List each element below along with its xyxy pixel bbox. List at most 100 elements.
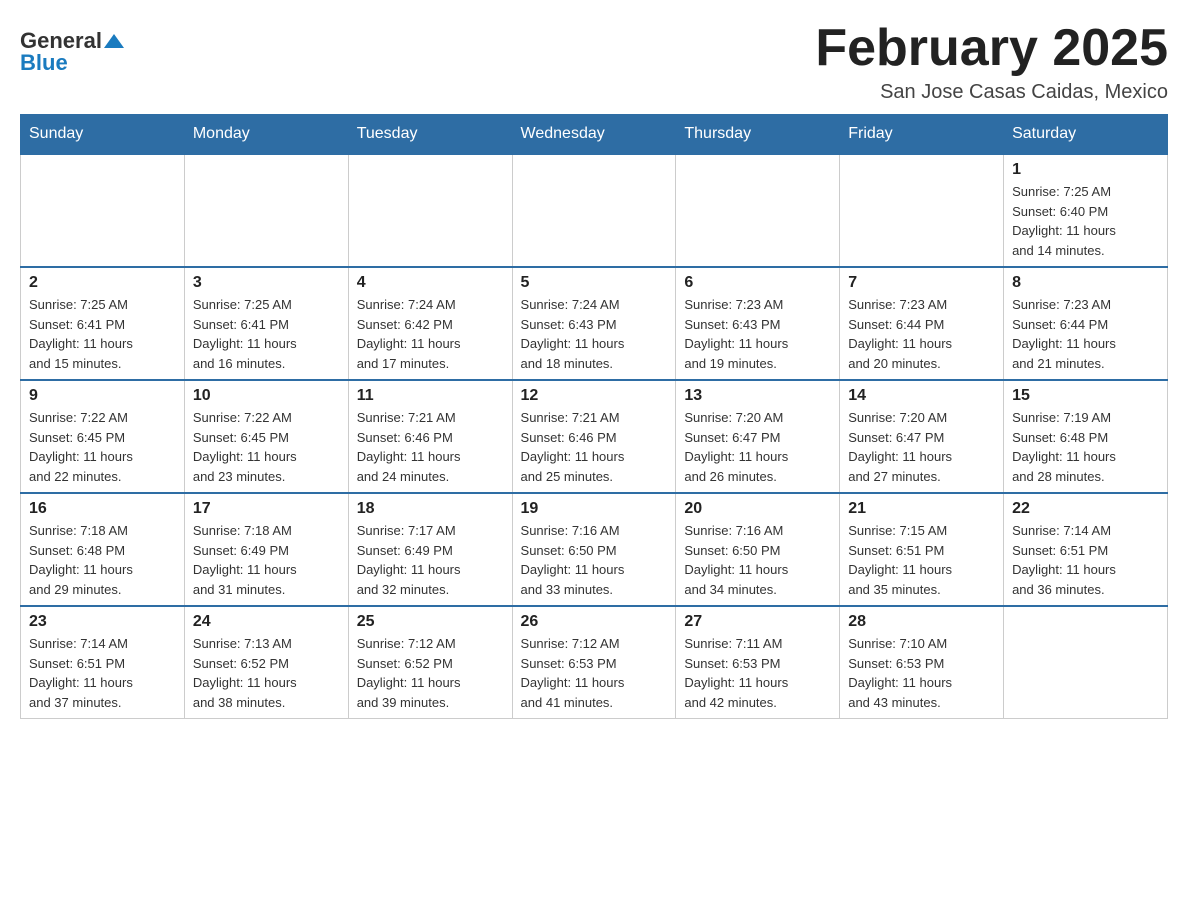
calendar-cell: 14 Sunrise: 7:20 AMSunset: 6:47 PMDayligh… [840,380,1004,493]
day-number: 18 [357,500,504,518]
location-text: San Jose Casas Caidas, Mexico [815,81,1168,104]
day-number: 8 [1012,274,1159,292]
day-number: 16 [29,500,176,518]
calendar-cell: 2 Sunrise: 7:25 AMSunset: 6:41 PMDaylight… [21,267,185,380]
day-number: 11 [357,387,504,405]
calendar-week-row: 1 Sunrise: 7:25 AMSunset: 6:40 PMDaylight… [21,154,1168,267]
logo-triangle-icon [104,34,124,48]
day-info: Sunrise: 7:17 AMSunset: 6:49 PMDaylight:… [357,521,504,599]
weekday-header-saturday: Saturday [1004,115,1168,155]
day-info: Sunrise: 7:21 AMSunset: 6:46 PMDaylight:… [521,408,668,486]
calendar-cell: 22 Sunrise: 7:14 AMSunset: 6:51 PMDayligh… [1004,493,1168,606]
weekday-header-tuesday: Tuesday [348,115,512,155]
day-info: Sunrise: 7:16 AMSunset: 6:50 PMDaylight:… [684,521,831,599]
day-info: Sunrise: 7:24 AMSunset: 6:43 PMDaylight:… [521,295,668,373]
day-number: 7 [848,274,995,292]
logo-blue-text: Blue [20,52,68,74]
calendar-cell: 8Sunrise: 7:23 AMSunset: 6:44 PMDaylight… [1004,267,1168,380]
calendar-cell: 20Sunrise: 7:16 AMSunset: 6:50 PMDayligh… [676,493,840,606]
day-info: Sunrise: 7:22 AMSunset: 6:45 PMDaylight:… [29,408,176,486]
day-number: 10 [193,387,340,405]
day-info: Sunrise: 7:11 AMSunset: 6:53 PMDaylight:… [684,634,831,712]
day-number: 5 [521,274,668,292]
calendar-cell: 19 Sunrise: 7:16 AMSunset: 6:50 PMDayligh… [512,493,676,606]
day-info: Sunrise: 7:20 AMSunset: 6:47 PMDaylight:… [848,408,995,486]
day-number: 26 [521,613,668,631]
calendar-cell: 13Sunrise: 7:20 AMSunset: 6:47 PMDayligh… [676,380,840,493]
calendar-cell [676,154,840,267]
day-info: Sunrise: 7:25 AMSunset: 6:41 PMDaylight:… [29,295,176,373]
day-number: 22 [1012,500,1159,518]
calendar-cell: 16 Sunrise: 7:18 AMSunset: 6:48 PMDayligh… [21,493,185,606]
day-number: 23 [29,613,176,631]
calendar-table: SundayMondayTuesdayWednesdayThursdayFrid… [20,114,1168,719]
day-info: Sunrise: 7:19 AMSunset: 6:48 PMDaylight:… [1012,408,1159,486]
day-info: Sunrise: 7:15 AMSunset: 6:51 PMDaylight:… [848,521,995,599]
day-info: Sunrise: 7:16 AMSunset: 6:50 PMDaylight:… [521,521,668,599]
weekday-header-friday: Friday [840,115,1004,155]
calendar-cell: 21 Sunrise: 7:15 AMSunset: 6:51 PMDayligh… [840,493,1004,606]
day-number: 24 [193,613,340,631]
day-number: 3 [193,274,340,292]
calendar-cell: 26 Sunrise: 7:12 AMSunset: 6:53 PMDayligh… [512,606,676,719]
calendar-cell: 23 Sunrise: 7:14 AMSunset: 6:51 PMDayligh… [21,606,185,719]
calendar-cell: 1 Sunrise: 7:25 AMSunset: 6:40 PMDaylight… [1004,154,1168,267]
page-header: General Blue February 2025 San Jose Casa… [20,20,1168,104]
day-info: Sunrise: 7:18 AMSunset: 6:49 PMDaylight:… [193,521,340,599]
day-info: Sunrise: 7:25 AMSunset: 6:41 PMDaylight:… [193,295,340,373]
calendar-cell [512,154,676,267]
calendar-cell: 25Sunrise: 7:12 AMSunset: 6:52 PMDayligh… [348,606,512,719]
day-number: 9 [29,387,176,405]
day-info: Sunrise: 7:12 AMSunset: 6:53 PMDaylight:… [521,634,668,712]
day-number: 14 [848,387,995,405]
calendar-cell [21,154,185,267]
calendar-cell: 7 Sunrise: 7:23 AMSunset: 6:44 PMDaylight… [840,267,1004,380]
day-info: Sunrise: 7:14 AMSunset: 6:51 PMDaylight:… [29,634,176,712]
day-info: Sunrise: 7:23 AMSunset: 6:43 PMDaylight:… [684,295,831,373]
calendar-cell: 5 Sunrise: 7:24 AMSunset: 6:43 PMDaylight… [512,267,676,380]
calendar-cell: 10 Sunrise: 7:22 AMSunset: 6:45 PMDayligh… [184,380,348,493]
day-info: Sunrise: 7:21 AMSunset: 6:46 PMDaylight:… [357,408,504,486]
day-info: Sunrise: 7:14 AMSunset: 6:51 PMDaylight:… [1012,521,1159,599]
calendar-cell: 3 Sunrise: 7:25 AMSunset: 6:41 PMDaylight… [184,267,348,380]
calendar-cell: 18 Sunrise: 7:17 AMSunset: 6:49 PMDayligh… [348,493,512,606]
weekday-header-thursday: Thursday [676,115,840,155]
day-number: 2 [29,274,176,292]
weekday-header-monday: Monday [184,115,348,155]
calendar-cell [184,154,348,267]
calendar-cell [348,154,512,267]
day-info: Sunrise: 7:25 AMSunset: 6:40 PMDaylight:… [1012,182,1159,260]
calendar-cell: 6Sunrise: 7:23 AMSunset: 6:43 PMDaylight… [676,267,840,380]
day-number: 19 [521,500,668,518]
calendar-week-row: 23 Sunrise: 7:14 AMSunset: 6:51 PMDayligh… [21,606,1168,719]
day-info: Sunrise: 7:18 AMSunset: 6:48 PMDaylight:… [29,521,176,599]
calendar-week-row: 2 Sunrise: 7:25 AMSunset: 6:41 PMDaylight… [21,267,1168,380]
weekday-header-wednesday: Wednesday [512,115,676,155]
day-info: Sunrise: 7:23 AMSunset: 6:44 PMDaylight:… [848,295,995,373]
weekday-header-row: SundayMondayTuesdayWednesdayThursdayFrid… [21,115,1168,155]
day-number: 1 [1012,161,1159,179]
day-number: 17 [193,500,340,518]
calendar-cell: 9 Sunrise: 7:22 AMSunset: 6:45 PMDaylight… [21,380,185,493]
month-title: February 2025 [815,20,1168,77]
day-number: 12 [521,387,668,405]
calendar-cell: 15Sunrise: 7:19 AMSunset: 6:48 PMDayligh… [1004,380,1168,493]
calendar-cell: 27 Sunrise: 7:11 AMSunset: 6:53 PMDayligh… [676,606,840,719]
calendar-cell: 12 Sunrise: 7:21 AMSunset: 6:46 PMDayligh… [512,380,676,493]
day-number: 27 [684,613,831,631]
day-number: 28 [848,613,995,631]
day-number: 21 [848,500,995,518]
day-info: Sunrise: 7:13 AMSunset: 6:52 PMDaylight:… [193,634,340,712]
calendar-week-row: 16 Sunrise: 7:18 AMSunset: 6:48 PMDayligh… [21,493,1168,606]
day-number: 13 [684,387,831,405]
day-info: Sunrise: 7:12 AMSunset: 6:52 PMDaylight:… [357,634,504,712]
day-number: 4 [357,274,504,292]
calendar-cell [840,154,1004,267]
day-info: Sunrise: 7:22 AMSunset: 6:45 PMDaylight:… [193,408,340,486]
calendar-cell: 24 Sunrise: 7:13 AMSunset: 6:52 PMDayligh… [184,606,348,719]
day-info: Sunrise: 7:10 AMSunset: 6:53 PMDaylight:… [848,634,995,712]
calendar-cell: 28 Sunrise: 7:10 AMSunset: 6:53 PMDayligh… [840,606,1004,719]
calendar-cell [1004,606,1168,719]
calendar-week-row: 9 Sunrise: 7:22 AMSunset: 6:45 PMDaylight… [21,380,1168,493]
calendar-cell: 11 Sunrise: 7:21 AMSunset: 6:46 PMDayligh… [348,380,512,493]
